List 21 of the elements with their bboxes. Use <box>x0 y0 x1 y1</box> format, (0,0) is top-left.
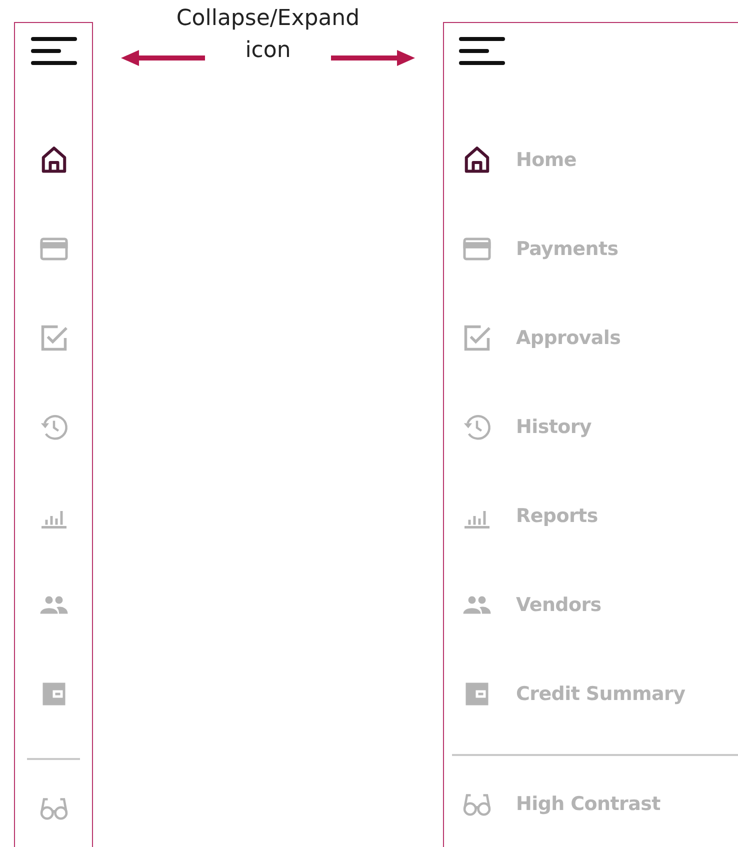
nav-item[interactable]: High Contrast <box>458 780 738 828</box>
nav-item[interactable]: Reports <box>458 492 738 540</box>
nav-item[interactable]: Vendors <box>458 581 738 629</box>
nav-item[interactable]: Credit Summary <box>458 670 738 718</box>
history-icon <box>462 412 492 442</box>
nav-item[interactable]: Home <box>458 136 738 184</box>
menu-icon <box>30 36 76 66</box>
menu-button[interactable] <box>30 35 78 67</box>
menu-icon <box>459 36 505 66</box>
nav-item[interactable]: History <box>458 403 738 451</box>
annotation-text: icon <box>245 37 291 65</box>
nav-item[interactable]: Approvals <box>458 314 738 362</box>
history-icon <box>38 412 68 442</box>
nav-item[interactable]: Payments <box>458 225 738 273</box>
left-arrow-icon <box>121 48 206 68</box>
home-icon <box>462 145 492 175</box>
right-arrow-icon <box>330 48 415 68</box>
checkbox-icon <box>462 323 492 353</box>
annotation-text: Collapse/Expand <box>176 5 360 33</box>
checkbox-icon <box>38 323 68 353</box>
menu-button[interactable] <box>458 35 506 67</box>
